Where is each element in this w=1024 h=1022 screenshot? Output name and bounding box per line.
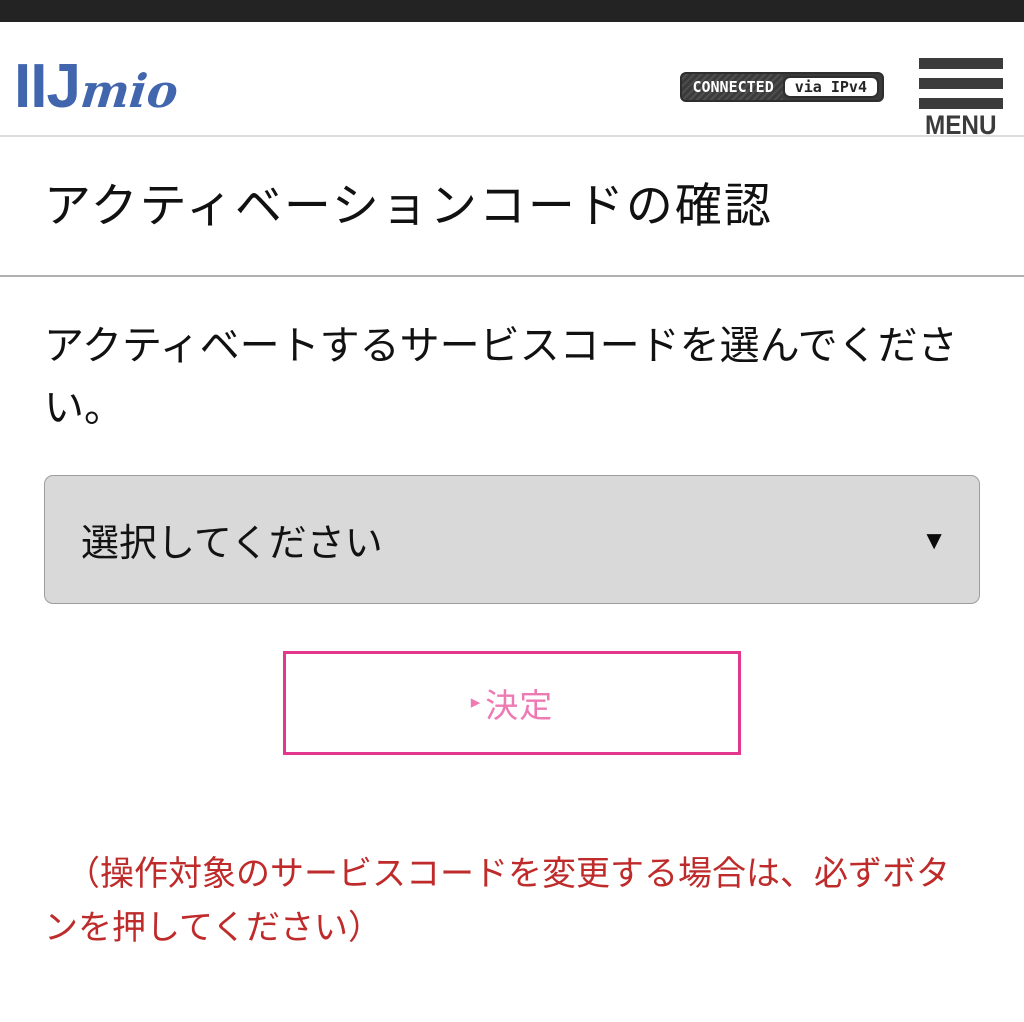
logo-text-primary: IIJ [14, 52, 81, 121]
hamburger-menu-button[interactable]: MENU [915, 58, 1007, 139]
service-code-select-wrapper: 選択してください ▼ [44, 475, 980, 604]
connection-state-label: CONNECTED [682, 74, 783, 100]
logo-text-secondary: mio [78, 64, 181, 118]
submit-button-row: ▸ 決定 [44, 651, 980, 755]
submit-button[interactable]: ▸ 決定 [283, 651, 741, 755]
hamburger-bar [919, 98, 1003, 109]
submit-button-label: 決定 [485, 687, 554, 724]
site-header: IIJ mio CONNECTED via IPv4 MENU [0, 22, 1024, 139]
main-content: アクティベートするサービスコードを選んでください。 選択してください ▼ ▸ 決… [0, 277, 1024, 956]
hamburger-icon [919, 58, 1003, 112]
service-code-select[interactable]: 選択してください ▼ [44, 475, 980, 604]
service-code-select-value: 選択してください [81, 523, 383, 565]
connection-protocol-label: via IPv4 [782, 76, 879, 98]
instruction-text: アクティベートするサービスコードを選んでください。 [44, 324, 958, 430]
warning-note: （操作対象のサービスコードを変更する場合は、必ずボタンを押してください） [44, 855, 950, 948]
hamburger-bar [919, 58, 1003, 69]
hamburger-bar [919, 78, 1003, 89]
menu-label: MENU [925, 110, 997, 140]
triangle-right-icon: ▸ [470, 691, 482, 713]
chevron-down-icon: ▼ [921, 524, 947, 555]
page-title-section: アクティベーションコードの確認 [0, 137, 1024, 277]
iijmio-logo[interactable]: IIJ mio [14, 52, 181, 121]
page-title: アクティベーションコードの確認 [44, 178, 773, 232]
system-status-bar [0, 0, 1024, 22]
connection-status-badge: CONNECTED via IPv4 [680, 72, 884, 102]
